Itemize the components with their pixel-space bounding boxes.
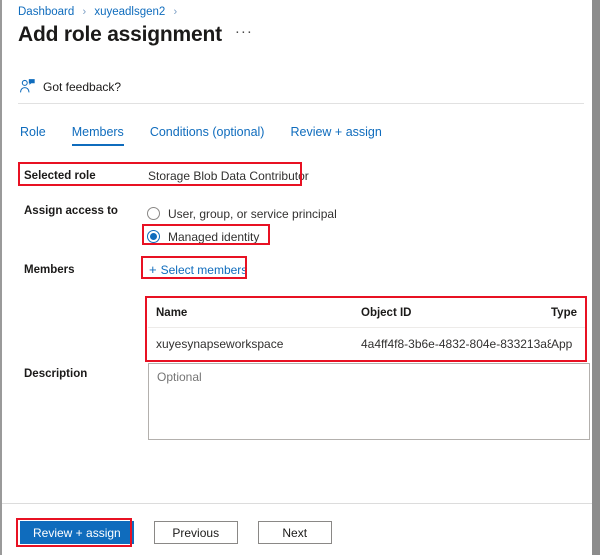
breadcrumb: Dashboard › xuyeadlsgen2 › [18,5,182,20]
radio-managed-identity[interactable]: Managed identity [147,226,337,247]
plus-icon: + [149,262,157,277]
description-box [148,363,590,440]
breadcrumb-separator-icon: › [173,6,178,18]
column-header-name: Name [156,307,188,319]
selected-role-value: Storage Blob Data Contributor [148,169,309,183]
azure-portal-blade: Dashboard › xuyeadlsgen2 › Add role assi… [0,0,600,555]
got-feedback-label: Got feedback? [43,79,122,94]
more-actions-icon[interactable]: ··· [235,24,253,45]
radio-unselected-icon [147,207,160,220]
header-divider [18,103,584,104]
tab-review-assign[interactable]: Review + assign [290,125,381,146]
footer-actions: Review + assign Previous Next [20,521,332,544]
radio-label-user-group: User, group, or service principal [168,206,337,221]
tab-members[interactable]: Members [71,125,124,146]
column-header-object-id: Object ID [361,307,412,319]
blade-content: Dashboard › xuyeadlsgen2 › Add role assi… [2,0,594,555]
description-label: Description [24,368,88,380]
cell-object-id: 4a4ff4f8-3b6e-4832-804e-833213a8c562 [361,336,551,351]
assign-access-to-radio-group: User, group, or service principal Manage… [147,203,337,247]
table-row[interactable]: xuyesynapseworkspace 4a4ff4f8-3b6e-4832-… [148,328,585,359]
description-input[interactable] [149,364,589,439]
breadcrumb-item-dashboard[interactable]: Dashboard [18,6,74,18]
previous-button[interactable]: Previous [153,521,238,544]
members-table: Name Object ID Type xuyesynapseworkspace… [148,299,585,359]
selected-role-label: Selected role [24,170,96,182]
select-members-button[interactable]: + Select members [149,262,247,277]
wizard-tabs: Role Members Conditions (optional) Revie… [20,125,408,146]
table-header-row: Name Object ID Type [148,299,585,328]
radio-user-group-service-principal[interactable]: User, group, or service principal [147,203,337,224]
cell-type: App [551,336,573,351]
breadcrumb-separator-icon: › [82,6,87,18]
review-assign-button[interactable]: Review + assign [20,521,134,544]
feedback-person-icon [19,79,35,93]
radio-selected-icon [147,230,160,243]
members-label: Members [24,264,75,276]
title-row: Add role assignment ··· [18,22,253,48]
page-title: Add role assignment [18,23,222,46]
tab-conditions[interactable]: Conditions (optional) [150,125,265,146]
next-button[interactable]: Next [257,521,332,544]
breadcrumb-item-resource[interactable]: xuyeadlsgen2 [94,6,165,18]
select-members-label: Select members [160,263,248,277]
right-edge-gutter [592,0,600,555]
got-feedback-button[interactable]: Got feedback? [19,78,121,95]
tab-role[interactable]: Role [20,125,46,146]
assign-access-to-label: Assign access to [24,205,118,217]
footer-divider [2,503,594,504]
cell-name: xuyesynapseworkspace [156,336,284,351]
column-header-type: Type [551,307,577,319]
radio-label-managed-identity: Managed identity [168,229,260,244]
